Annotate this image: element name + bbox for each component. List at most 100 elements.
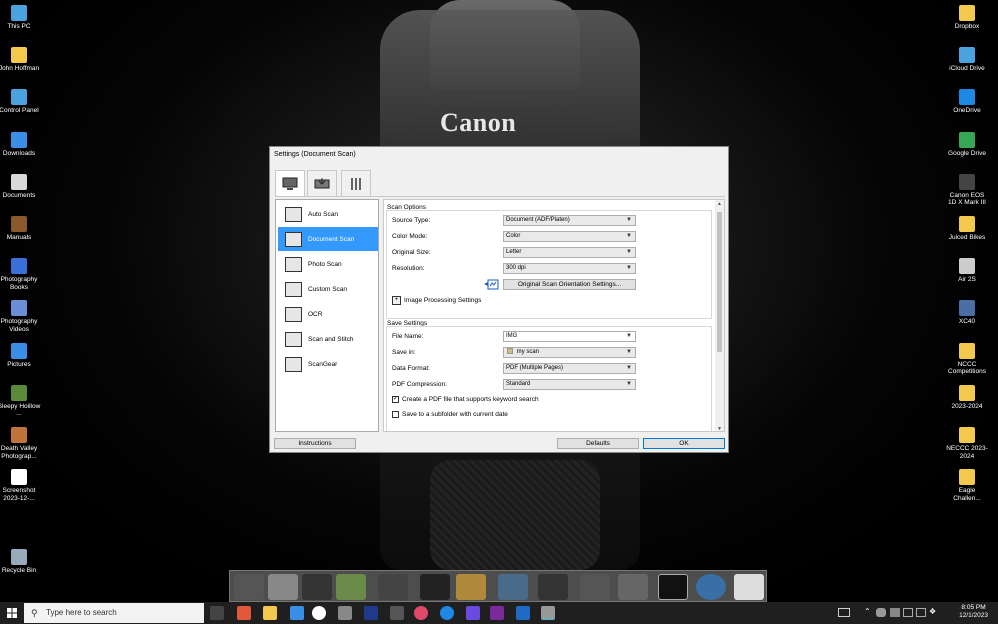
desktop-icon[interactable]: Dropbox	[945, 5, 989, 31]
pdf-compression-select[interactable]: Standard ▼	[503, 379, 636, 390]
desktop-icon[interactable]: Death Valley Photograp...	[0, 427, 41, 460]
volume-icon[interactable]	[916, 608, 926, 617]
dock-printer-icon[interactable]	[580, 574, 610, 600]
tab-general-settings[interactable]	[341, 170, 371, 196]
dock-photo-stack-icon[interactable]	[336, 574, 366, 600]
tab-scan-from-computer[interactable]	[275, 170, 305, 197]
desktop-icon[interactable]: Pictures	[0, 342, 41, 369]
desktop-icon[interactable]: OneDrive	[945, 89, 989, 115]
music-icon[interactable]	[414, 606, 428, 620]
file-explorer-icon[interactable]	[263, 606, 277, 620]
keyboard-icon[interactable]	[838, 608, 850, 617]
defaults-button[interactable]: Defaults	[557, 438, 639, 449]
file-name-combo[interactable]: IMG ▼	[503, 331, 636, 342]
original-size-select[interactable]: Letter ▼	[503, 247, 636, 258]
desktop-icon[interactable]: This PC	[0, 5, 41, 31]
desktop-icon[interactable]: Documents	[0, 173, 41, 200]
subfolder-checkbox[interactable]	[392, 411, 399, 418]
dock-tag-icon[interactable]	[658, 574, 688, 600]
tray-app-icon[interactable]	[890, 608, 900, 617]
dock-monitor-icon[interactable]	[420, 574, 450, 600]
settings-scrollbar[interactable]: ▲ ▼	[715, 200, 724, 431]
tab-scan-from-panel[interactable]	[307, 170, 337, 196]
task-view-icon[interactable]	[210, 606, 224, 620]
ok-button[interactable]: OK	[643, 438, 725, 449]
dock-help-icon[interactable]	[734, 574, 764, 600]
desktop-icon[interactable]: Screenshot 2023-12-...	[0, 469, 41, 502]
orientation-settings-button[interactable]: Original Scan Orientation Settings...	[503, 279, 636, 290]
source-type-select[interactable]: Document (ADF/Platen) ▼	[503, 215, 636, 226]
desktop-icon[interactable]: Photography Books	[0, 258, 41, 291]
cloud-icon[interactable]	[876, 608, 886, 617]
scan-mode-label: Photo Scan	[308, 260, 342, 268]
desktop-icon[interactable]: NCCC Competitions	[945, 342, 989, 376]
dock-film-reel-icon[interactable]	[456, 574, 486, 600]
desktop-icon[interactable]: NECCC 2023-2024	[945, 427, 989, 460]
outlook-icon[interactable]	[516, 606, 530, 620]
taskbar-app-icon[interactable]	[466, 606, 480, 620]
dropbox-tray-icon[interactable]: ❖	[929, 607, 936, 616]
save-in-select[interactable]: my scan ▼	[503, 347, 636, 358]
windows-start-icon[interactable]	[7, 608, 17, 618]
onenote-icon[interactable]	[490, 606, 504, 620]
desktop-item-icon	[11, 216, 27, 232]
scanner-app-icon[interactable]	[541, 606, 555, 620]
lightroom-icon[interactable]	[364, 606, 378, 620]
taskbar-search-box[interactable]: ⚲ Type here to search	[24, 603, 204, 623]
dock-flash-icon[interactable]	[302, 574, 332, 600]
taskbar-app-icon[interactable]	[290, 606, 304, 620]
taskbar-app-icon[interactable]	[390, 606, 404, 620]
network-icon[interactable]	[903, 608, 913, 617]
keyword-search-checkbox[interactable]: ✓	[392, 396, 399, 403]
desktop-icon[interactable]: Recycle Bin	[0, 549, 41, 575]
desktop-icon[interactable]: John Hoffman	[0, 47, 41, 73]
resolution-select[interactable]: 300 dpi ▼	[503, 263, 636, 274]
desktop-icon[interactable]: Google Drive	[945, 131, 989, 158]
dock-scanner-icon[interactable]	[268, 574, 298, 600]
desktop-icon[interactable]: Canon EOS 1D X Mark III	[945, 173, 989, 207]
desktop-icon[interactable]: Photography Videos	[0, 300, 41, 333]
dock-landscape-icon[interactable]	[498, 574, 528, 600]
desktop-icon[interactable]: Manuals	[0, 216, 41, 242]
scroll-down-icon[interactable]: ▼	[717, 426, 722, 431]
source-type-label: Source Type:	[392, 217, 431, 224]
desktop-icon[interactable]: Air 2S	[945, 258, 989, 284]
desktop-icon-label: Screenshot 2023-12-...	[2, 487, 36, 502]
edge-icon[interactable]	[440, 606, 454, 620]
desktop-item-icon	[959, 384, 975, 401]
scan-mode-item[interactable]: ScanGear	[278, 352, 378, 376]
system-clock[interactable]: 8:05 PM 12/1/2023	[959, 604, 988, 620]
desktop-icon[interactable]: Sleepy Hoillow ...	[0, 384, 41, 418]
scan-mode-item[interactable]: Scan and Stitch	[278, 327, 378, 351]
color-mode-select[interactable]: Color ▼	[503, 231, 636, 242]
desktop-icon-label: Canon EOS 1D X Mark III	[948, 191, 986, 207]
desktop-icon[interactable]: 2023-2024	[945, 384, 989, 411]
dock-magnet-icon[interactable]	[618, 574, 648, 600]
dock-globe-icon[interactable]	[696, 574, 726, 600]
scan-mode-item[interactable]: Custom Scan	[278, 277, 378, 301]
dock-device-icon[interactable]	[378, 574, 408, 600]
scan-mode-item[interactable]: Photo Scan	[278, 252, 378, 276]
dock-camera-icon[interactable]	[234, 574, 264, 600]
taskbar-app-icon[interactable]	[237, 606, 251, 620]
desktop-icon[interactable]: Juiced Bikes	[945, 216, 989, 242]
scan-mode-item[interactable]: OCR	[278, 302, 378, 326]
image-processing-expand-button[interactable]: +	[392, 296, 401, 305]
taskbar-app-icon[interactable]	[338, 606, 352, 620]
desktop-icon[interactable]: Control Panel	[0, 89, 41, 115]
taskbar-app-icon[interactable]	[312, 606, 326, 620]
instructions-button[interactable]: Instructions	[274, 438, 356, 449]
desktop-icon[interactable]: Eagle Challen...	[945, 469, 989, 502]
desktop-icon-label: iCloud Drive	[949, 65, 985, 73]
scrollbar-thumb[interactable]	[717, 212, 722, 352]
dock-drone-icon[interactable]	[538, 574, 568, 600]
orientation-icon	[484, 279, 499, 290]
desktop-icon[interactable]: XC40	[945, 300, 989, 326]
scan-mode-item[interactable]: Document Scan	[278, 227, 378, 251]
desktop-icon[interactable]: iCloud Drive	[945, 47, 989, 73]
scan-mode-item[interactable]: Auto Scan	[278, 202, 378, 226]
scroll-up-icon[interactable]: ▲	[717, 201, 722, 207]
desktop-icon[interactable]: Downloads	[0, 131, 41, 158]
data-format-select[interactable]: PDF (Multiple Pages) ▼	[503, 363, 636, 374]
chevron-up-icon[interactable]: ⌃	[864, 607, 871, 616]
